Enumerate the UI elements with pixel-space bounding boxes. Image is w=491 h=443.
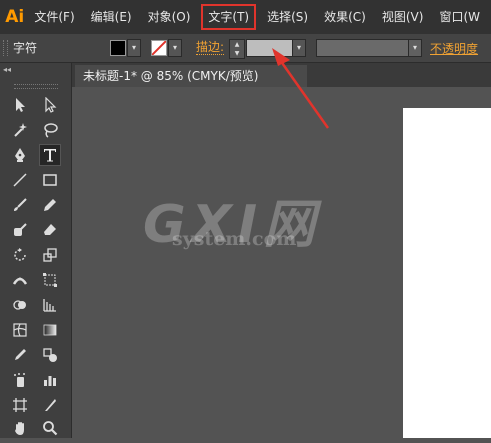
free-transform-tool-icon[interactable] xyxy=(39,269,61,291)
menu-object[interactable]: 对象(O) xyxy=(143,6,196,28)
menu-type[interactable]: 文字(T) xyxy=(201,4,257,30)
lasso-tool-icon[interactable] xyxy=(39,119,61,141)
canvas-area[interactable] xyxy=(72,87,491,438)
document-tab[interactable]: 未标题-1* @ 85% (CMYK/预览) xyxy=(75,65,307,87)
app-logo: Ai xyxy=(5,7,25,27)
symbol-sprayer-tool-icon[interactable] xyxy=(9,369,31,391)
control-bar: 字符 ▾ ▾ 描边: ▲ ▼ ▾ ▾ 不透明度 xyxy=(0,34,491,63)
collapse-panel-icon[interactable]: ◂◂ xyxy=(3,65,11,74)
selection-tool-icon[interactable] xyxy=(9,94,31,116)
hand-tool-icon[interactable] xyxy=(9,417,31,439)
mesh-tool-icon[interactable] xyxy=(9,319,31,341)
stroke-weight-input[interactable] xyxy=(246,39,294,57)
variable-width-profile[interactable] xyxy=(316,39,410,57)
rotate-tool-icon[interactable] xyxy=(9,244,31,266)
document-tab-bar: 未标题-1* @ 85% (CMYK/预览) xyxy=(72,63,491,87)
blend-tool-icon[interactable] xyxy=(39,344,61,366)
menu-file[interactable]: 文件(F) xyxy=(29,6,79,28)
menu-edit[interactable]: 编辑(E) xyxy=(86,6,137,28)
panel-grip[interactable] xyxy=(14,84,58,89)
pen-tool-icon[interactable] xyxy=(9,144,31,166)
tools-panel: ◂◂ xyxy=(0,63,72,438)
watermark-url: system.com xyxy=(172,228,297,250)
stroke-weight-stepper[interactable]: ▲ ▼ xyxy=(229,39,245,59)
paintbrush-tool-icon[interactable] xyxy=(9,194,31,216)
menu-bar: Ai 文件(F) 编辑(E) 对象(O) 文字(T) 选择(S) 效果(C) 视… xyxy=(0,0,491,34)
rectangle-tool-icon[interactable] xyxy=(39,169,61,191)
stroke-dropdown-arrow[interactable]: ▾ xyxy=(168,39,182,57)
tool-name-label: 字符 xyxy=(13,41,38,55)
stepper-down-icon[interactable]: ▼ xyxy=(230,49,244,58)
no-color-slash-icon xyxy=(152,41,166,55)
profile-dropdown-arrow[interactable]: ▾ xyxy=(408,39,422,57)
fill-color-swatch[interactable] xyxy=(110,40,126,56)
type-tool-icon[interactable] xyxy=(39,144,61,166)
menu-select[interactable]: 选择(S) xyxy=(262,6,313,28)
slice-tool-icon[interactable] xyxy=(39,394,61,416)
pencil-tool-icon[interactable] xyxy=(39,194,61,216)
stroke-label[interactable]: 描边: xyxy=(196,40,225,55)
menu-window[interactable]: 窗口(W xyxy=(434,6,485,28)
artboard-tool-icon[interactable] xyxy=(9,394,31,416)
width-tool-icon[interactable] xyxy=(9,269,31,291)
perspective-grid-tool-icon[interactable] xyxy=(39,294,61,316)
eyedropper-tool-icon[interactable] xyxy=(9,344,31,366)
stroke-color-swatch[interactable] xyxy=(151,40,167,56)
panel-grip[interactable] xyxy=(3,40,8,56)
eraser-tool-icon[interactable] xyxy=(39,219,61,241)
menu-effect[interactable]: 效果(C) xyxy=(319,6,371,28)
gradient-tool-icon[interactable] xyxy=(39,319,61,341)
stroke-weight-dropdown[interactable]: ▾ xyxy=(292,39,306,57)
stepper-up-icon[interactable]: ▲ xyxy=(230,40,244,49)
artboard[interactable] xyxy=(403,108,491,438)
opacity-label[interactable]: 不透明度 xyxy=(430,40,478,57)
shape-builder-tool-icon[interactable] xyxy=(9,294,31,316)
column-graph-tool-icon[interactable] xyxy=(39,369,61,391)
line-tool-icon[interactable] xyxy=(9,169,31,191)
scale-tool-icon[interactable] xyxy=(39,244,61,266)
fill-dropdown-arrow[interactable]: ▾ xyxy=(127,39,141,57)
magic-wand-tool-icon[interactable] xyxy=(9,119,31,141)
direct-selection-tool-icon[interactable] xyxy=(39,94,61,116)
menu-view[interactable]: 视图(V) xyxy=(377,6,429,28)
zoom-tool-icon[interactable] xyxy=(39,417,61,439)
blob-brush-tool-icon[interactable] xyxy=(9,219,31,241)
